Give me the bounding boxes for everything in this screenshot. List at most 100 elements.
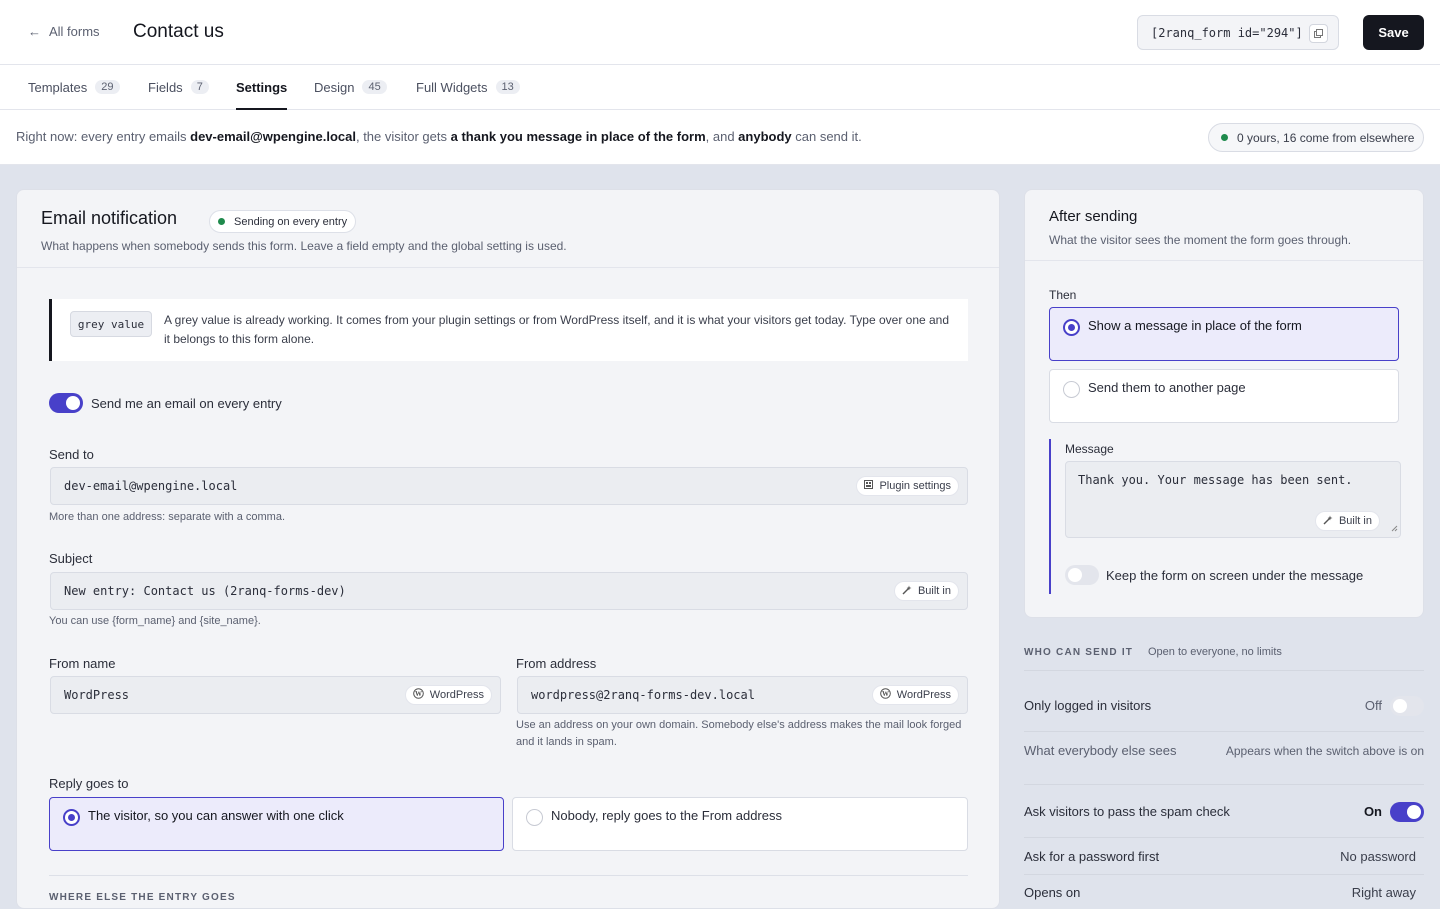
send-email-toggle[interactable] bbox=[49, 393, 83, 413]
tab-count-badge: 13 bbox=[495, 80, 520, 94]
source-label: Plugin settings bbox=[879, 480, 951, 492]
tab-label: Templates bbox=[28, 80, 88, 95]
section-heading: WHO CAN SEND IT bbox=[1024, 647, 1134, 658]
radio-unselected-icon[interactable] bbox=[1063, 381, 1080, 398]
from-address-input[interactable]: wordpress@2ranq-forms-dev.local W WordPr… bbox=[517, 676, 968, 714]
reply-to-label: Reply goes to bbox=[49, 776, 129, 791]
copy-icon[interactable] bbox=[1309, 24, 1328, 43]
shortcode-field[interactable]: [2ranq_form id="294"] bbox=[1137, 15, 1339, 50]
wordpress-icon: W bbox=[879, 688, 891, 702]
radio-unselected-icon[interactable] bbox=[526, 809, 543, 826]
summary-part: , the visitor gets bbox=[355, 129, 451, 144]
row-value: Appears when the switch above is on bbox=[1225, 744, 1424, 758]
send-email-toggle-label: Send me an email on every entry bbox=[91, 396, 282, 411]
save-button[interactable]: Save bbox=[1363, 15, 1424, 50]
summary-part: Right now: every entry emails bbox=[16, 129, 191, 144]
from-address-hint: Use an address on your own domain. Someb… bbox=[516, 719, 962, 748]
row-divider bbox=[1024, 837, 1424, 838]
spam-check-row: Ask visitors to pass the spam check On bbox=[1024, 802, 1424, 822]
card-subtitle: What the visitor sees the moment the for… bbox=[1049, 233, 1352, 247]
section-divider bbox=[49, 875, 968, 876]
plugin-settings-icon bbox=[864, 480, 874, 492]
status-dot-icon bbox=[1221, 134, 1228, 141]
page-title: Contact us bbox=[133, 21, 224, 42]
section-heading: WHERE ELSE THE ENTRY GOES bbox=[49, 892, 236, 903]
card-header: Email notification Sending on every entr… bbox=[17, 190, 999, 268]
settings-source-pill[interactable]: 0 yours, 16 come from elsewhere bbox=[1208, 123, 1424, 152]
radio-selected-icon[interactable] bbox=[1063, 319, 1080, 336]
notice-text: A grey value is already working. It come… bbox=[164, 313, 950, 346]
arrow-left-icon: ← bbox=[28, 24, 41, 39]
top-bar: ← All forms Contact us [2ranq_form id="2… bbox=[0, 0, 1440, 65]
tab-label: Settings bbox=[236, 80, 288, 95]
keep-form-toggle[interactable] bbox=[1065, 565, 1099, 585]
tab-full-widgets[interactable]: Full Widgets 13 bbox=[416, 80, 520, 110]
tab-count-badge: 7 bbox=[190, 80, 209, 94]
logged-in-toggle[interactable] bbox=[1390, 696, 1424, 716]
reply-to-visitor-option[interactable]: The visitor, so you can answer with one … bbox=[49, 797, 504, 851]
back-to-all-forms-link[interactable]: ← All forms bbox=[28, 24, 100, 39]
row-value: Right away bbox=[1351, 885, 1416, 900]
opens-on-row[interactable]: Opens on Right away bbox=[1024, 885, 1424, 900]
message-textarea[interactable]: Thank you. Your message has been sent. B… bbox=[1065, 461, 1401, 538]
reply-to-nobody-option[interactable]: Nobody, reply goes to the From address bbox=[512, 797, 968, 851]
built-in-chip: Built in bbox=[893, 581, 959, 601]
source-label: WordPress bbox=[429, 689, 484, 701]
keep-form-label: Keep the form on screen under the messag… bbox=[1106, 568, 1364, 583]
then-label: Then bbox=[1049, 288, 1077, 302]
plugin-settings-chip: Plugin settings bbox=[856, 476, 959, 496]
email-notification-card: Email notification Sending on every entr… bbox=[16, 189, 1000, 909]
option-label: Send them to another page bbox=[1088, 380, 1246, 395]
card-header: After sending What the visitor sees the … bbox=[1025, 190, 1423, 261]
from-name-value: WordPress bbox=[64, 688, 130, 702]
row-label: Opens on bbox=[1024, 885, 1081, 900]
tab-label: Fields bbox=[148, 80, 183, 95]
row-label: What everybody else sees bbox=[1024, 743, 1177, 758]
from-name-input[interactable]: WordPress W WordPress bbox=[50, 676, 501, 714]
redirect-option[interactable]: Send them to another page bbox=[1049, 369, 1399, 423]
send-to-value: dev-email@wpengine.local bbox=[64, 479, 238, 493]
radio-selected-icon[interactable] bbox=[63, 809, 80, 826]
tab-design[interactable]: Design 45 bbox=[314, 80, 387, 110]
tab-bar: Templates 29 Fields 7 Settings Design 45… bbox=[0, 65, 1440, 110]
toggle-state-label: On bbox=[1363, 804, 1382, 819]
send-to-label: Send to bbox=[49, 447, 94, 462]
back-link-label: All forms bbox=[49, 24, 100, 39]
send-to-input[interactable]: dev-email@wpengine.local Plugin settings bbox=[50, 467, 968, 505]
card-subtitle: What happens when somebody sends this fo… bbox=[41, 239, 567, 253]
summary-part: can send it. bbox=[791, 129, 862, 144]
tab-templates[interactable]: Templates 29 bbox=[28, 80, 120, 110]
everybody-else-row: What everybody else sees Appears when th… bbox=[1024, 743, 1424, 758]
tab-label: Design bbox=[314, 80, 355, 95]
tab-count-badge: 29 bbox=[95, 80, 120, 94]
tab-settings[interactable]: Settings bbox=[236, 80, 288, 110]
message-value: Thank you. Your message has been sent. bbox=[1078, 473, 1353, 487]
row-label: Only logged in visitors bbox=[1024, 698, 1152, 713]
svg-text:W: W bbox=[882, 690, 889, 698]
summary-email: dev-email@wpengine.local bbox=[190, 129, 356, 144]
tab-label: Full Widgets bbox=[416, 80, 488, 95]
settings-summary-bar: Right now: every entry emails dev-email@… bbox=[0, 110, 1440, 165]
row-divider bbox=[1024, 731, 1424, 732]
option-label: Nobody, reply goes to the From address bbox=[551, 808, 782, 823]
card-title: After sending bbox=[1049, 208, 1138, 225]
send-to-hint: More than one address: separate with a c… bbox=[49, 511, 286, 523]
settings-source-label: 0 yours, 16 come from elsewhere bbox=[1237, 130, 1415, 145]
card-title: Email notification bbox=[41, 208, 178, 228]
tab-count-badge: 45 bbox=[362, 80, 387, 94]
resize-handle-icon[interactable] bbox=[1391, 521, 1398, 535]
wand-icon bbox=[902, 585, 912, 598]
password-row[interactable]: Ask for a password first No password bbox=[1024, 849, 1424, 864]
subject-input[interactable]: New entry: Contact us (2ranq-forms-dev) … bbox=[50, 572, 968, 610]
summary-who: anybody bbox=[738, 129, 792, 144]
row-label: Ask visitors to pass the spam check bbox=[1024, 804, 1230, 819]
row-divider bbox=[1024, 670, 1424, 671]
tab-fields[interactable]: Fields 7 bbox=[148, 80, 209, 110]
summary-after-sending: a thank you message in place of the form bbox=[450, 129, 706, 144]
spam-check-toggle[interactable] bbox=[1390, 802, 1424, 822]
subject-value: New entry: Contact us (2ranq-forms-dev) bbox=[64, 584, 346, 598]
logged-in-row: Only logged in visitors Off bbox=[1024, 696, 1424, 716]
show-message-option[interactable]: Show a message in place of the form bbox=[1049, 307, 1399, 361]
grey-value-notice: grey value A grey value is already worki… bbox=[49, 299, 968, 361]
toggle-state-label: Off bbox=[1364, 698, 1382, 713]
